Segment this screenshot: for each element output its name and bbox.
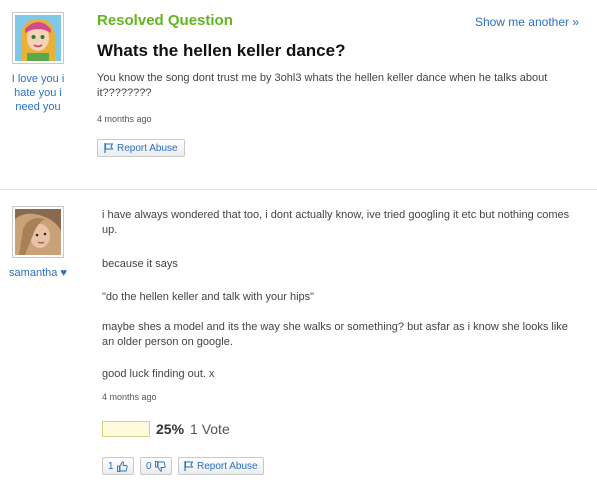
answer-paragraph: because it says	[102, 258, 178, 270]
thumbs-down-count: 0	[146, 460, 152, 472]
vote-summary: 25% 1 Vote	[102, 421, 230, 437]
asker-name[interactable]: I love you i hate you i need you	[0, 72, 76, 114]
thumbs-up-count: 1	[108, 460, 114, 472]
question-section: I love you i hate you i need you Resolve…	[0, 0, 597, 190]
asker-name-line: I love you i	[11, 73, 65, 85]
answer-paragraph: "do the hellen keller and talk with your…	[102, 291, 315, 303]
asker-avatar[interactable]	[12, 12, 64, 64]
show-another-link[interactable]: Show me another »	[475, 15, 579, 29]
user-photo-icon	[15, 209, 61, 255]
thumbs-down-button[interactable]: 0	[140, 457, 172, 475]
report-abuse-label: Report Abuse	[117, 142, 178, 154]
vote-count: 1 Vote	[190, 421, 230, 437]
report-abuse-button[interactable]: Report Abuse	[97, 139, 185, 157]
answer-paragraph: good luck finding out. x	[102, 368, 215, 380]
question-title: Whats the hellen keller dance?	[97, 41, 346, 60]
question-timestamp: 4 months ago	[97, 114, 152, 124]
answerer-avatar[interactable]	[12, 206, 64, 258]
thumbs-up-button[interactable]: 1	[102, 457, 134, 475]
answer-report-abuse-button[interactable]: Report Abuse	[178, 457, 264, 475]
answerer-name[interactable]: samantha ♥	[0, 267, 76, 279]
section-divider	[0, 189, 597, 190]
cartoon-avatar-icon	[15, 15, 61, 61]
asker-name-line: need you	[15, 101, 61, 113]
thumbs-down-icon	[154, 460, 166, 472]
report-abuse-label: Report Abuse	[197, 460, 258, 472]
vote-percentage-bar	[102, 421, 150, 437]
answer-paragraph: i have always wondered that too, i dont …	[102, 209, 570, 236]
answer-timestamp: 4 months ago	[102, 392, 157, 402]
question-status: Resolved Question	[97, 12, 233, 29]
flag-icon	[184, 461, 194, 471]
vote-percent: 25%	[156, 421, 185, 437]
asker-name-line: hate you i	[14, 87, 62, 99]
flag-icon	[104, 143, 114, 153]
answer-paragraph: maybe shes a model and its the way she w…	[102, 321, 568, 348]
question-body: You know the song dont trust me by 3ohl3…	[97, 72, 548, 99]
thumbs-up-icon	[116, 460, 128, 472]
